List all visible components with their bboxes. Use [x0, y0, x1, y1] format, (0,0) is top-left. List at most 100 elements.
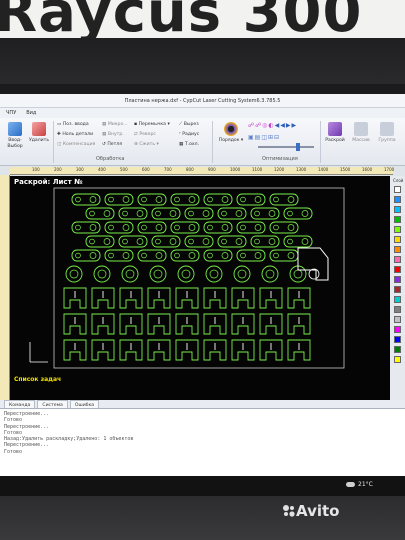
layer-color-swatch[interactable] — [394, 326, 401, 333]
layer-color-swatch[interactable] — [394, 356, 401, 363]
inner-button[interactable]: ▦ Внутр. — [102, 132, 124, 138]
part-hole — [122, 224, 130, 231]
seal-button[interactable]: ⊕ Сжить ▾ — [134, 142, 159, 148]
speed-slider[interactable] — [258, 143, 314, 151]
weather-icon — [346, 482, 355, 487]
separator — [320, 121, 321, 163]
part-hole — [235, 210, 243, 217]
loop-button[interactable]: ↺ Петля — [102, 142, 122, 148]
menu-item-cnc[interactable]: ЧПУ — [6, 108, 16, 118]
part-hole — [141, 252, 147, 259]
tcool-button[interactable]: ▦ Т.охл. — [179, 142, 199, 148]
part-hole — [174, 196, 180, 203]
drawing-canvas[interactable]: Раскрой: Лист № Список задач — [10, 176, 390, 400]
layer-color-swatch[interactable] — [394, 296, 401, 303]
nesting-layout[interactable] — [10, 176, 390, 400]
selected-part — [297, 247, 329, 281]
part-hole — [188, 224, 196, 231]
layer-color-swatch[interactable] — [394, 196, 401, 203]
nest-button[interactable]: Раскрой — [322, 122, 348, 144]
layer-color-swatch[interactable] — [394, 286, 401, 293]
part-hole — [240, 252, 246, 259]
layer-color-swatch[interactable] — [394, 306, 401, 313]
array-button[interactable]: Массив — [348, 122, 374, 144]
part-hole — [89, 252, 97, 259]
part-hole — [108, 224, 114, 231]
layer-color-swatch[interactable] — [394, 316, 401, 323]
part-hole — [221, 224, 229, 231]
group-button[interactable]: Группа — [374, 122, 400, 144]
layer-color-swatch[interactable] — [394, 216, 401, 223]
separator — [212, 121, 213, 163]
layer-color-swatch[interactable] — [394, 336, 401, 343]
slider-thumb[interactable] — [296, 143, 300, 151]
part-hole — [89, 196, 97, 203]
reverse-button[interactable]: ⇄ Реверс — [134, 132, 156, 138]
part-hole — [155, 238, 161, 245]
ruler-tick: 100 — [32, 167, 40, 172]
bezel-bottom — [0, 490, 405, 540]
part-hole — [301, 238, 309, 245]
tab-system[interactable]: Система — [37, 400, 68, 408]
layer-color-swatch[interactable] — [394, 266, 401, 273]
part-hole — [207, 252, 213, 259]
bezel-band — [0, 38, 405, 84]
delete-button[interactable]: Удалить — [26, 122, 52, 144]
separator — [53, 121, 54, 163]
order-icon — [224, 122, 238, 136]
part-hole — [97, 269, 107, 279]
inner-label: Внутр. — [107, 132, 124, 137]
part-ring — [65, 265, 83, 283]
tab-command[interactable]: Команда — [4, 400, 36, 408]
delete-label: Удалить — [28, 138, 50, 143]
sheet-border — [53, 187, 345, 369]
part-hole — [141, 196, 147, 203]
part-hole — [108, 196, 114, 203]
canvas-title: Раскрой: Лист № — [14, 178, 83, 186]
layer-color-swatch[interactable] — [394, 186, 401, 193]
layer-color-swatch[interactable] — [394, 346, 401, 353]
layer-color-swatch[interactable] — [394, 236, 401, 243]
watermark-text: Avito — [296, 502, 340, 520]
part-hole — [273, 196, 279, 203]
part-hole — [273, 252, 279, 259]
part-ring — [261, 265, 279, 283]
part-hole — [207, 196, 213, 203]
layer-color-swatch[interactable] — [394, 256, 401, 263]
optimize-tools-2[interactable]: ▣▤◫⊞⊟ — [248, 135, 280, 141]
screen: Пластина нержа.dxf - CypCut Laser Cuttin… — [0, 94, 405, 496]
order-button[interactable]: Порядок ▾ — [218, 122, 244, 144]
part-hole — [103, 238, 111, 245]
layer-color-swatch[interactable] — [394, 246, 401, 253]
part-hole — [103, 210, 111, 217]
layer-color-swatch[interactable] — [394, 226, 401, 233]
part-hole — [268, 238, 276, 245]
part-hole — [188, 196, 196, 203]
tab-error[interactable]: Ошибка — [69, 400, 100, 408]
part-hole — [89, 224, 97, 231]
part-hole — [202, 210, 210, 217]
optimize-tools[interactable]: ☍☍◎◐◀◀▶▶ — [248, 123, 297, 129]
lead-button[interactable]: ▭ Поз. ввода — [57, 122, 89, 128]
part-hole — [174, 252, 180, 259]
window-title: Пластина нержа.dxf - CypCut Laser Cuttin… — [0, 94, 405, 108]
menu-item-view[interactable]: Вид — [26, 108, 36, 118]
lead-label: Поз. ввода — [62, 122, 89, 127]
part-ring — [121, 265, 139, 283]
zero-button[interactable]: ✚ Ноль детали — [57, 132, 93, 138]
draw-button[interactable]: Ввод- Выбор — [2, 122, 28, 149]
part-hole — [265, 269, 275, 279]
task-list-label[interactable]: Список задач — [14, 376, 61, 383]
bridge-button[interactable]: ▪ Перемычка ▾ — [134, 122, 170, 128]
micro-button[interactable]: ▦ Микро... — [102, 122, 128, 128]
radius-button[interactable]: ◜ Радиус — [179, 132, 199, 138]
layer-color-swatch[interactable] — [394, 206, 401, 213]
part-hole — [181, 269, 191, 279]
group-icon — [380, 122, 394, 136]
layer-label: Слой — [393, 178, 404, 183]
cut-button[interactable]: ⟋ Вырез — [179, 122, 199, 128]
layer-color-swatch[interactable] — [394, 276, 401, 283]
laser-sticker: Raycus 300 — [0, 0, 405, 38]
part-hole — [188, 238, 194, 245]
comp-button[interactable]: ◫ Компенсация — [57, 142, 95, 148]
